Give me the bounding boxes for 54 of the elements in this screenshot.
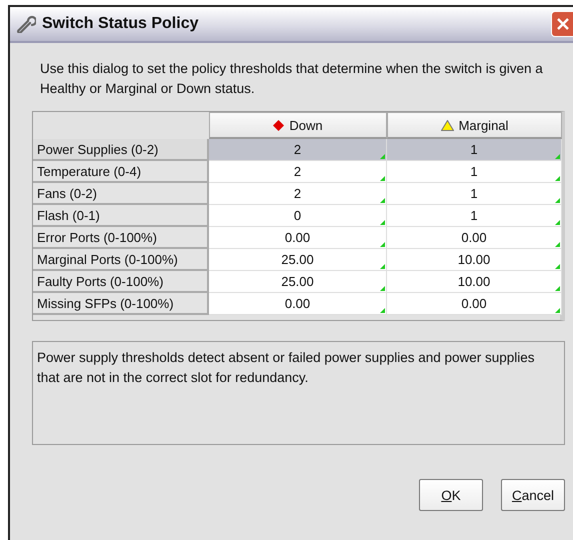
edit-corner-icon (555, 264, 560, 269)
table-cell[interactable]: 0.00 (387, 227, 562, 249)
table-cell[interactable]: 10.00 (387, 271, 562, 293)
table-cell[interactable]: 0.00 (387, 293, 562, 315)
row-header[interactable]: Error Ports (0-100%) (33, 227, 209, 249)
edit-corner-icon (555, 154, 560, 159)
edit-corner-icon (555, 220, 560, 225)
row-header[interactable]: Flash (0-1) (33, 205, 209, 227)
table-cell[interactable]: 2 (209, 139, 387, 161)
row-header[interactable]: Power Supplies (0-2) (33, 139, 209, 161)
column-header[interactable]: Marginal (387, 112, 562, 139)
table-cell[interactable]: 0 (209, 205, 387, 227)
column-header[interactable]: Down (209, 112, 387, 139)
table-cell[interactable]: 10.00 (387, 249, 562, 271)
close-button[interactable] (551, 11, 573, 37)
table-cell[interactable]: 2 (209, 183, 387, 205)
edit-corner-icon (380, 198, 385, 203)
wrench-icon (16, 15, 36, 33)
column-header-label: Marginal (458, 118, 508, 132)
edit-corner-icon (380, 308, 385, 313)
column-header-label: Down (289, 118, 323, 132)
cancel-button[interactable]: Cancel (500, 479, 565, 511)
table-cell[interactable]: 0.00 (209, 227, 387, 249)
table-cell[interactable]: 1 (387, 161, 562, 183)
row-header[interactable]: Faulty Ports (0-100%) (33, 271, 209, 293)
table-cell[interactable]: 1 (387, 139, 562, 161)
row-header[interactable]: Temperature (0-4) (33, 161, 209, 183)
table-cell[interactable]: 2 (209, 161, 387, 183)
description-text: Power supply thresholds detect absent or failed power supplies and power supplies that are not in the correct slot for redundancy. (32, 341, 565, 445)
intro-text: Use this dialog to set the policy thresholds that determine when the switch is given a Healthy or Marginal or Down status. (40, 60, 544, 98)
warning-triangle-icon (440, 120, 454, 130)
edit-corner-icon (555, 198, 560, 203)
table-cell[interactable]: 25.00 (209, 249, 387, 271)
row-header[interactable]: Missing SFPs (0-100%) (33, 293, 209, 315)
edit-corner-icon (555, 308, 560, 313)
table-cell[interactable]: 0.00 (209, 293, 387, 315)
row-header[interactable]: Fans (0-2) (33, 183, 209, 205)
edit-corner-icon (380, 242, 385, 247)
edit-corner-icon (380, 176, 385, 181)
edit-corner-icon (380, 286, 385, 291)
edit-corner-icon (380, 220, 385, 225)
window-title: Switch Status Policy (42, 15, 200, 33)
row-header[interactable]: Marginal Ports (0-100%) (33, 249, 209, 271)
table-cell[interactable]: 25.00 (209, 271, 387, 293)
close-icon (556, 17, 570, 31)
diamond-icon (273, 120, 284, 130)
edit-corner-icon (380, 264, 385, 269)
edit-corner-icon (555, 242, 560, 247)
edit-corner-icon (380, 154, 385, 159)
table-cell[interactable]: 1 (387, 205, 562, 227)
table-cell[interactable]: 1 (387, 183, 562, 205)
edit-corner-icon (555, 286, 560, 291)
edit-corner-icon (555, 176, 560, 181)
ok-button[interactable]: OK (418, 479, 483, 511)
